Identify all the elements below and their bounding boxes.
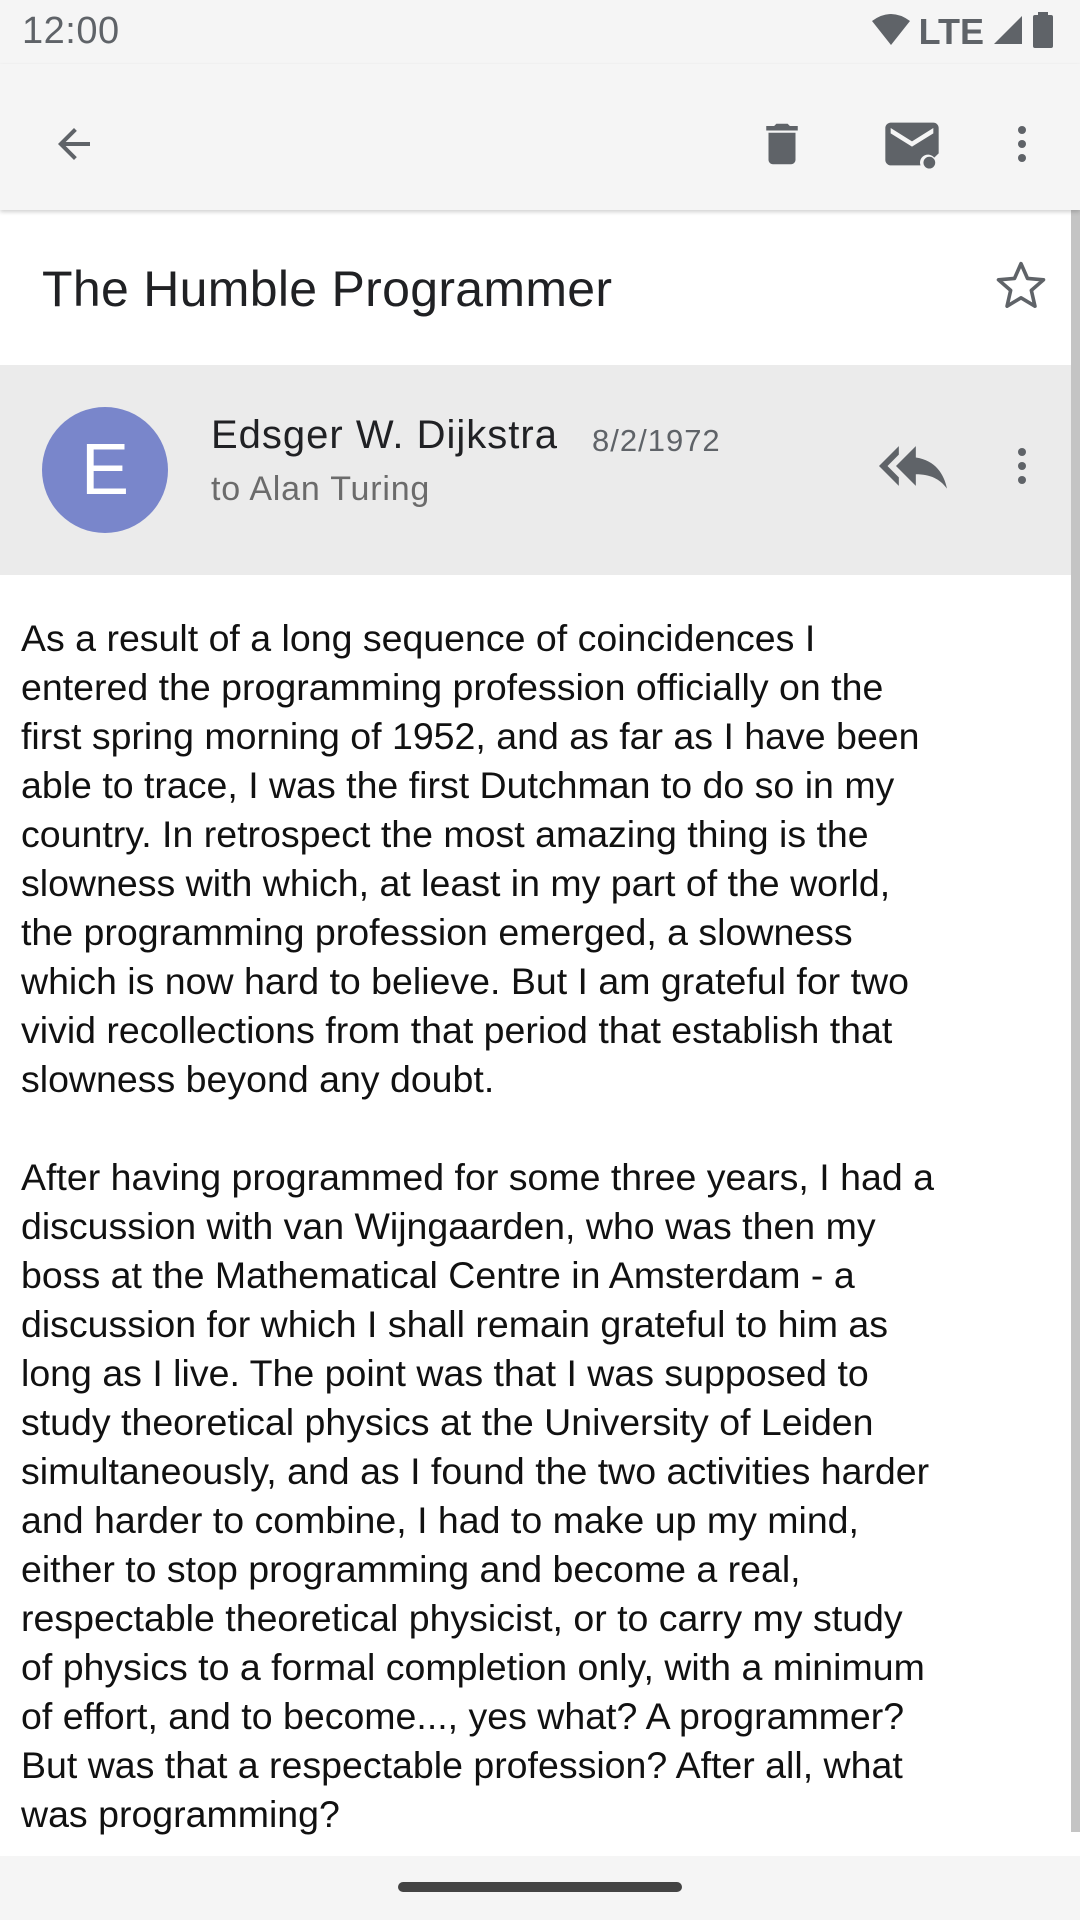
back-button[interactable] <box>38 108 110 180</box>
mark-unread-icon <box>885 122 939 169</box>
body-paragraph: As a result of a long sequence of coinci… <box>21 617 920 1100</box>
email-detail-screen: 12:00 LTE The Humble Programmer E Edsger… <box>0 0 1080 1920</box>
more-vert-icon <box>1018 448 1026 484</box>
message-more-button[interactable] <box>986 430 1058 502</box>
more-options-button[interactable] <box>986 108 1058 180</box>
back-arrow-icon <box>58 128 90 160</box>
reply-all-button[interactable] <box>872 425 954 507</box>
star-outline-icon <box>996 261 1046 308</box>
sender-header[interactable]: E Edsger W. Dijkstra 8/2/1972 to Alan Tu… <box>0 365 1072 575</box>
email-body: As a result of a long sequence of coinci… <box>21 614 1061 1888</box>
network-type: LTE <box>918 11 984 52</box>
recipient-line: to Alan Turing <box>211 470 431 508</box>
status-bar: 12:00 LTE <box>0 0 1080 64</box>
cell-signal-icon <box>992 14 1024 51</box>
sent-date: 8/2/1972 <box>592 423 721 458</box>
status-icons: LTE <box>871 11 1054 53</box>
sender-name: Edsger W. Dijkstra <box>211 413 558 457</box>
subject-row: The Humble Programmer <box>0 210 1072 365</box>
mark-unread-button[interactable] <box>872 104 952 184</box>
body-paragraph: After having programmed for some three y… <box>21 1156 934 1835</box>
delete-button[interactable] <box>746 108 818 180</box>
trash-icon <box>766 123 798 165</box>
battery-icon <box>1032 11 1054 53</box>
wifi-icon <box>871 13 911 52</box>
star-button[interactable] <box>988 252 1054 318</box>
reply-all-icon <box>879 446 947 489</box>
avatar-initial: E <box>80 430 130 510</box>
email-subject: The Humble Programmer <box>42 261 613 317</box>
avatar: E <box>42 407 168 533</box>
scrollbar[interactable] <box>1071 210 1080 1832</box>
status-time: 12:00 <box>22 10 120 52</box>
app-bar <box>0 64 1080 210</box>
home-gesture-handle[interactable] <box>398 1882 682 1892</box>
more-vert-icon <box>1018 126 1026 162</box>
navigation-bar <box>0 1856 1080 1920</box>
